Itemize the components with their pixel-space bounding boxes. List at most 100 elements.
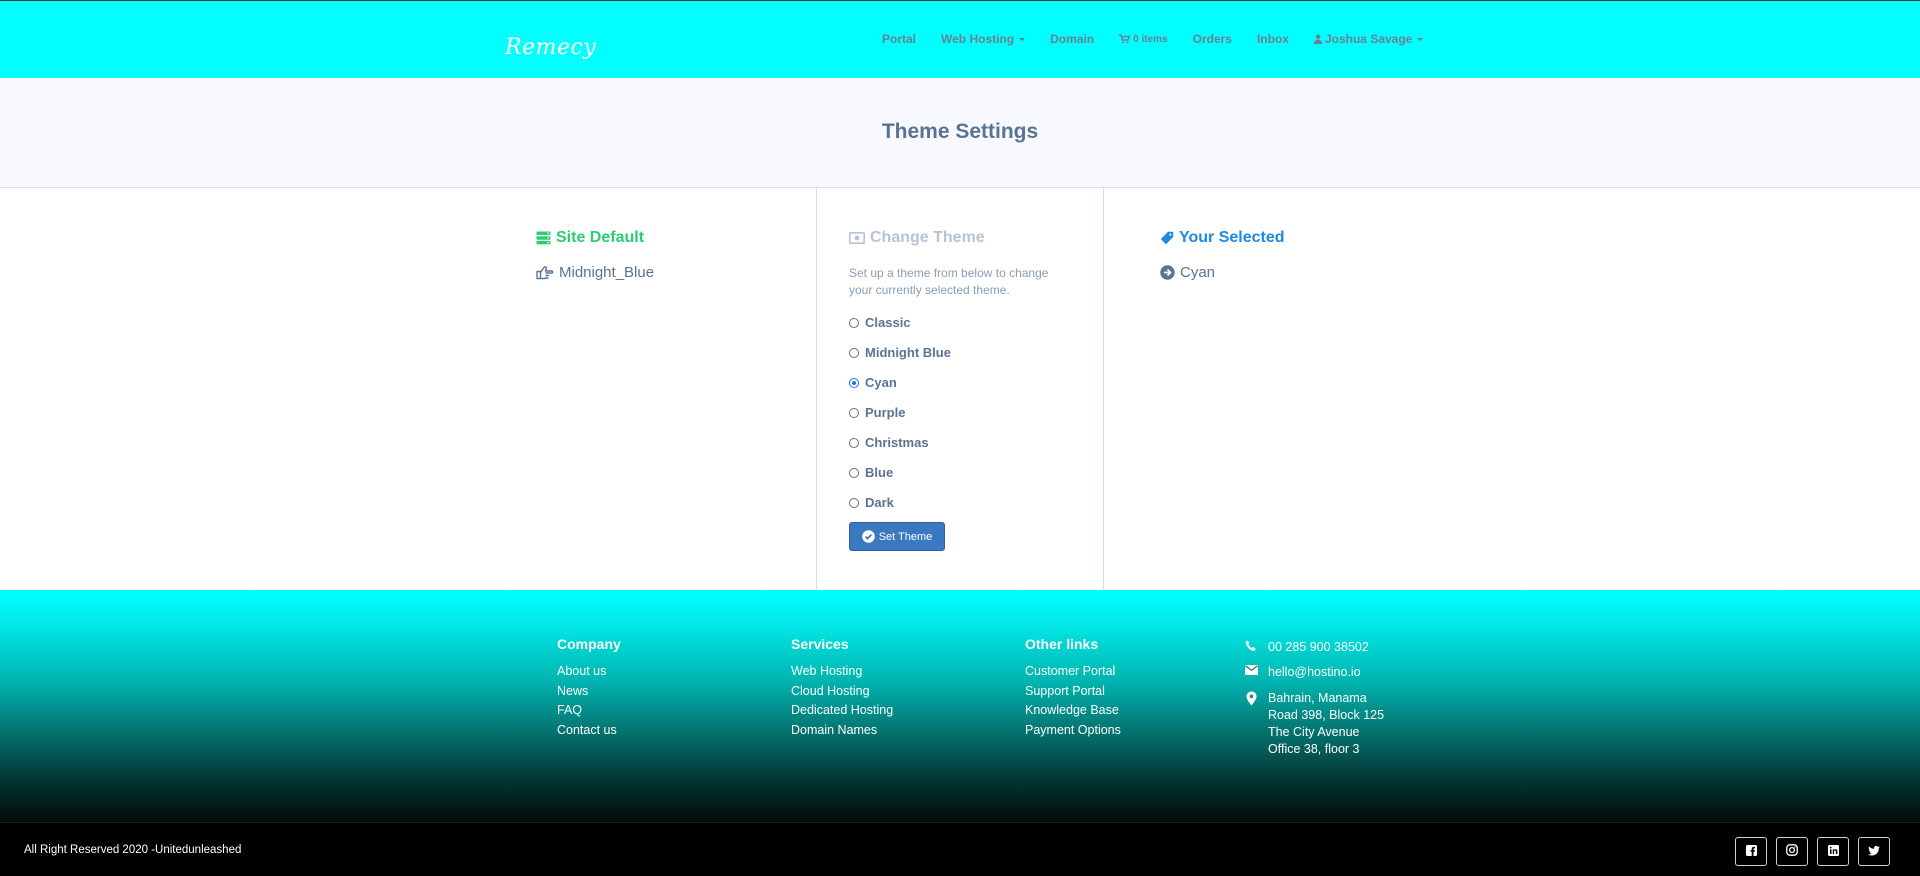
column-divider: [1103, 188, 1104, 590]
nav-user-name: Joshua Savage: [1324, 32, 1413, 46]
site-default-value: Midnight_Blue: [536, 264, 654, 281]
footer-other-links: Other links Customer Portal Support Port…: [1025, 636, 1121, 740]
theme-option-label: Cyan: [865, 375, 897, 390]
footer-services: Services Web Hosting Cloud Hosting Dedic…: [791, 636, 893, 740]
your-selected-value: Cyan: [1160, 264, 1215, 281]
footer-address-lines: Bahrain, Manama Road 398, Block 125 The …: [1268, 690, 1384, 758]
radio-cyan[interactable]: [849, 377, 859, 388]
footer-link-about[interactable]: About us: [557, 662, 621, 682]
site-default-theme-name: Midnight_Blue: [559, 264, 655, 281]
arrow-circle-right-icon: [1160, 265, 1175, 280]
footer-link-news[interactable]: News: [557, 682, 621, 702]
footer-link-support-portal[interactable]: Support Portal: [1025, 682, 1121, 702]
footer-link-customer-portal[interactable]: Customer Portal: [1025, 662, 1121, 682]
theme-option-label: Dark: [865, 495, 894, 510]
site-default-heading-label: Site Default: [556, 229, 645, 246]
footer-email-address[interactable]: hello@hostino.io: [1268, 664, 1361, 681]
theme-option-cyan[interactable]: Cyan: [849, 375, 897, 390]
theme-option-midnight-blue[interactable]: Midnight Blue: [849, 345, 951, 360]
phone-icon: [1243, 640, 1259, 652]
instagram-button[interactable]: [1776, 837, 1808, 866]
user-icon: [1313, 34, 1322, 44]
theme-option-classic[interactable]: Classic: [849, 315, 911, 330]
cart-count: 0 items: [1133, 33, 1168, 45]
your-selected-heading: Your Selected: [1160, 229, 1285, 247]
change-theme-heading-label: Change Theme: [870, 229, 985, 246]
theme-option-christmas[interactable]: Christmas: [849, 435, 929, 450]
bottom-bar: All Right Reserved 2020 -Unitedunleashed: [0, 822, 1920, 876]
footer-heading: Services: [791, 636, 849, 652]
address-line: Office 38, floor 3: [1268, 742, 1360, 756]
site-default-heading: Site Default: [536, 229, 644, 247]
footer-link-web-hosting[interactable]: Web Hosting: [791, 662, 893, 682]
nav-portal-label: Portal: [882, 32, 917, 46]
nav-portal[interactable]: Portal: [882, 32, 916, 46]
footer-heading: Company: [557, 636, 621, 652]
chevron-down-icon: [1417, 37, 1424, 41]
nav-orders[interactable]: Orders: [1193, 32, 1232, 46]
change-theme-heading: Change Theme: [849, 229, 985, 247]
footer-company: Company About us News FAQ Contact us: [557, 636, 621, 740]
footer-heading: Other links: [1025, 636, 1099, 652]
nav-inbox[interactable]: Inbox: [1257, 32, 1289, 46]
footer-link-domain-names[interactable]: Domain Names: [791, 721, 893, 741]
footer-phone: 00 285 900 38502: [1243, 639, 1369, 656]
page-header: Theme Settings: [0, 78, 1920, 188]
theme-option-label: Classic: [865, 315, 911, 330]
theme-option-blue[interactable]: Blue: [849, 465, 893, 480]
theme-option-dark[interactable]: Dark: [849, 495, 894, 510]
main-nav: Portal Web Hosting Domain 0 items Orders…: [882, 32, 1448, 46]
footer-link-contact[interactable]: Contact us: [557, 721, 621, 741]
money-bill-icon: [849, 232, 865, 244]
page-title: Theme Settings: [881, 120, 1039, 143]
radio-christmas[interactable]: [849, 437, 859, 448]
theme-option-purple[interactable]: Purple: [849, 405, 905, 420]
nav-domain[interactable]: Domain: [1050, 32, 1094, 46]
footer-link-faq[interactable]: FAQ: [557, 701, 621, 721]
address-line: The City Avenue: [1268, 725, 1360, 739]
server-icon: [536, 231, 551, 245]
nav-cart[interactable]: 0 items: [1119, 33, 1168, 45]
radio-blue[interactable]: [849, 467, 859, 478]
facebook-button[interactable]: [1735, 837, 1767, 866]
map-marker-icon: [1243, 691, 1259, 706]
radio-classic[interactable]: [849, 317, 859, 328]
footer-link-payment-options[interactable]: Payment Options: [1025, 721, 1121, 741]
footer-link-cloud-hosting[interactable]: Cloud Hosting: [791, 682, 893, 702]
twitter-icon: [1868, 843, 1880, 861]
nav-domain-label: Domain: [1050, 32, 1095, 46]
footer-email: hello@hostino.io: [1243, 664, 1361, 681]
cart-icon: [1119, 34, 1131, 44]
address-line: Bahrain, Manama: [1268, 691, 1367, 705]
hand-pointing-icon: [536, 265, 554, 280]
site-logo[interactable]: Remecy: [505, 35, 596, 60]
instagram-icon: [1786, 843, 1798, 861]
radio-purple[interactable]: [849, 407, 859, 418]
top-navbar: Remecy Portal Web Hosting Domain 0 items…: [0, 0, 1920, 78]
nav-web-hosting[interactable]: Web Hosting: [941, 32, 1026, 46]
nav-orders-label: Orders: [1192, 32, 1232, 46]
facebook-icon: [1745, 843, 1757, 861]
radio-dark[interactable]: [849, 497, 859, 508]
set-theme-button[interactable]: Set Theme: [849, 522, 945, 551]
copyright-text: All Right Reserved 2020 -Unitedunleashed: [24, 844, 242, 856]
theme-option-label: Christmas: [865, 435, 929, 450]
footer-link-dedicated-hosting[interactable]: Dedicated Hosting: [791, 701, 893, 721]
footer-address: Bahrain, Manama Road 398, Block 125 The …: [1243, 690, 1384, 758]
theme-option-label: Midnight Blue: [865, 345, 951, 360]
twitter-button[interactable]: [1858, 837, 1890, 866]
footer-phone-number[interactable]: 00 285 900 38502: [1268, 639, 1369, 656]
set-theme-button-label: Set Theme: [878, 530, 933, 543]
change-theme-help: Set up a theme from below to change your…: [849, 266, 1049, 297]
theme-option-label: Blue: [865, 465, 894, 480]
column-divider: [816, 188, 817, 590]
nav-user-menu[interactable]: Joshua Savage: [1313, 32, 1424, 46]
envelope-icon: [1243, 665, 1259, 675]
tag-icon: [1160, 231, 1174, 245]
footer-link-knowledge-base[interactable]: Knowledge Base: [1025, 701, 1121, 721]
radio-midnight-blue[interactable]: [849, 347, 859, 358]
your-selected-heading-label: Your Selected: [1179, 229, 1285, 246]
linkedin-button[interactable]: [1817, 837, 1849, 866]
theme-option-label: Purple: [865, 405, 906, 420]
check-circle-icon: [861, 530, 875, 543]
